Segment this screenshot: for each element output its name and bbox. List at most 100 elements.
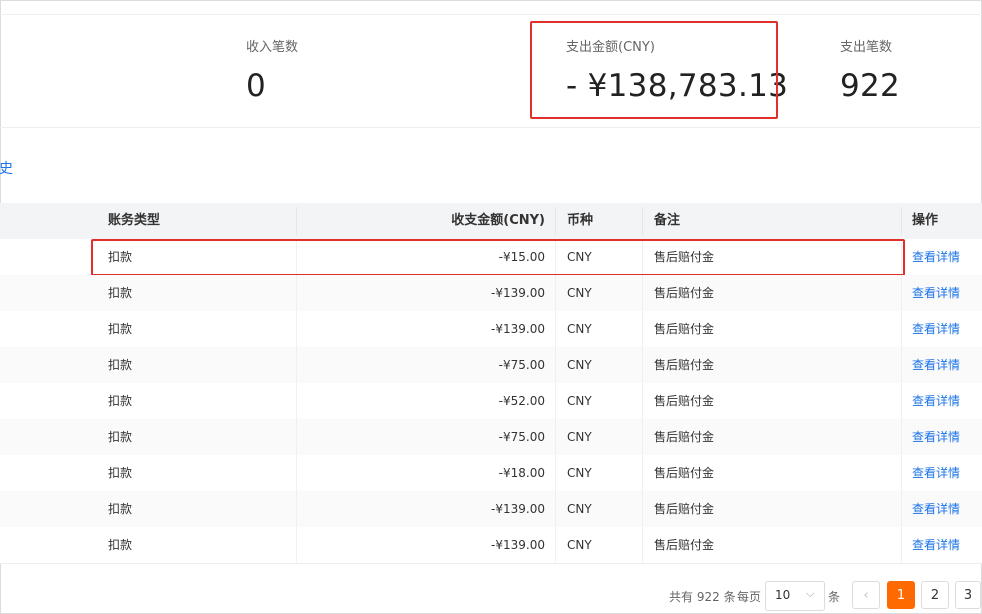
cell-remark: 售后赔付金 (654, 358, 715, 372)
view-details-link[interactable]: 查看详情 (912, 275, 960, 311)
header-separator (901, 207, 902, 235)
cell-amount: -¥52.00 (498, 394, 545, 408)
cell-currency: CNY (567, 466, 592, 480)
column-separator (642, 347, 643, 383)
header-type: 账务类型 (108, 213, 161, 228)
view-details-link[interactable]: 查看详情 (912, 491, 960, 527)
cell-amount: -¥139.00 (491, 322, 545, 336)
cell-amount: -¥139.00 (491, 538, 545, 552)
cell-currency: CNY (567, 538, 592, 552)
column-separator (555, 383, 556, 419)
view-details-link[interactable]: 查看详情 (912, 527, 960, 563)
column-separator (555, 419, 556, 455)
view-details-link[interactable]: 查看详情 (912, 455, 960, 491)
total-suffix: 条 (723, 590, 736, 604)
view-details-link[interactable]: 查看详情 (912, 239, 960, 275)
view-details-link[interactable]: 查看详情 (912, 383, 960, 419)
stats-divider (0, 127, 982, 128)
header-separator (555, 207, 556, 235)
income-count-value: 0 (246, 68, 267, 104)
cell-type: 扣款 (108, 466, 133, 480)
view-details-link[interactable]: 查看详情 (912, 311, 960, 347)
column-separator (555, 455, 556, 491)
table-header: 账务类型 收支金额(CNY) 币种 备注 操作 (0, 203, 982, 239)
table-row: 扣款 -¥139.00 CNY 售后赔付金 查看详情 (0, 527, 982, 564)
cell-type: 扣款 (108, 358, 133, 372)
total-number: 922 (696, 590, 720, 604)
column-separator (642, 275, 643, 311)
column-separator (901, 455, 902, 491)
page-button-3[interactable]: 3 (955, 581, 981, 609)
column-separator (296, 347, 297, 383)
column-separator (296, 527, 297, 563)
page-button-1[interactable]: 1 (887, 581, 915, 609)
column-separator (901, 347, 902, 383)
cell-remark: 售后赔付金 (654, 466, 715, 480)
cell-remark: 售后赔付金 (654, 430, 715, 444)
table-row: 扣款 -¥18.00 CNY 售后赔付金 查看详情 (0, 455, 982, 492)
table-row: 扣款 -¥75.00 CNY 售后赔付金 查看详情 (0, 347, 982, 384)
page-size-select[interactable]: 10 ⌵ (765, 581, 825, 611)
cell-currency: CNY (567, 394, 592, 408)
column-separator (901, 383, 902, 419)
cell-currency: CNY (567, 286, 592, 300)
cell-remark: 售后赔付金 (654, 502, 715, 516)
expense-count-label: 支出笔数 (840, 40, 893, 55)
table-row: 扣款 -¥139.00 CNY 售后赔付金 查看详情 (0, 275, 982, 312)
header-separator (642, 207, 643, 235)
view-details-link[interactable]: 查看详情 (912, 419, 960, 455)
cell-type: 扣款 (108, 502, 133, 516)
cell-remark: 售后赔付金 (654, 394, 715, 408)
cell-type: 扣款 (108, 394, 133, 408)
cell-amount: -¥18.00 (498, 466, 545, 480)
chevron-down-icon: ⌵ (806, 587, 815, 600)
header-action: 操作 (912, 213, 939, 228)
cell-amount: -¥139.00 (491, 286, 545, 300)
column-separator (555, 311, 556, 347)
cell-amount: -¥139.00 (491, 502, 545, 516)
table-row: 扣款 -¥52.00 CNY 售后赔付金 查看详情 (0, 383, 982, 420)
page-button-2[interactable]: 2 (921, 581, 949, 609)
cell-type: 扣款 (108, 430, 133, 444)
prev-page-button[interactable]: ‹ (852, 581, 880, 609)
cell-currency: CNY (567, 502, 592, 516)
column-separator (296, 275, 297, 311)
cell-type: 扣款 (108, 322, 133, 336)
column-separator (642, 311, 643, 347)
cell-remark: 售后赔付金 (654, 538, 715, 552)
column-separator (555, 491, 556, 527)
cell-remark: 售后赔付金 (654, 286, 715, 300)
column-separator (296, 419, 297, 455)
column-separator (642, 419, 643, 455)
column-separator (642, 527, 643, 563)
column-separator (901, 311, 902, 347)
header-currency: 币种 (567, 213, 594, 228)
column-separator (642, 383, 643, 419)
table-row: 扣款 -¥139.00 CNY 售后赔付金 查看详情 (0, 491, 982, 528)
total-count: 共有 922 条 (669, 588, 736, 605)
page-size-value: 10 (775, 588, 791, 602)
cell-remark: 售后赔付金 (654, 322, 715, 336)
header-remark: 备注 (654, 213, 681, 228)
cell-type: 扣款 (108, 538, 133, 552)
per-page-label: 每页 (737, 590, 762, 604)
column-separator (901, 491, 902, 527)
top-divider (0, 14, 982, 15)
cell-type: 扣款 (108, 286, 133, 300)
view-details-link[interactable]: 查看详情 (912, 347, 960, 383)
column-separator (296, 383, 297, 419)
table-row: 扣款 -¥75.00 CNY 售后赔付金 查看详情 (0, 419, 982, 456)
cell-amount: -¥75.00 (498, 430, 545, 444)
column-separator (296, 491, 297, 527)
column-separator (642, 455, 643, 491)
history-link[interactable]: 史 (0, 158, 13, 178)
table-row: 扣款 -¥139.00 CNY 售后赔付金 查看详情 (0, 311, 982, 348)
expense-amount-highlight (530, 21, 778, 119)
column-separator (901, 275, 902, 311)
column-separator (901, 527, 902, 563)
cell-amount: -¥75.00 (498, 358, 545, 372)
column-separator (555, 527, 556, 563)
column-separator (555, 347, 556, 383)
cell-currency: CNY (567, 358, 592, 372)
header-amount: 收支金额(CNY) (451, 213, 545, 228)
